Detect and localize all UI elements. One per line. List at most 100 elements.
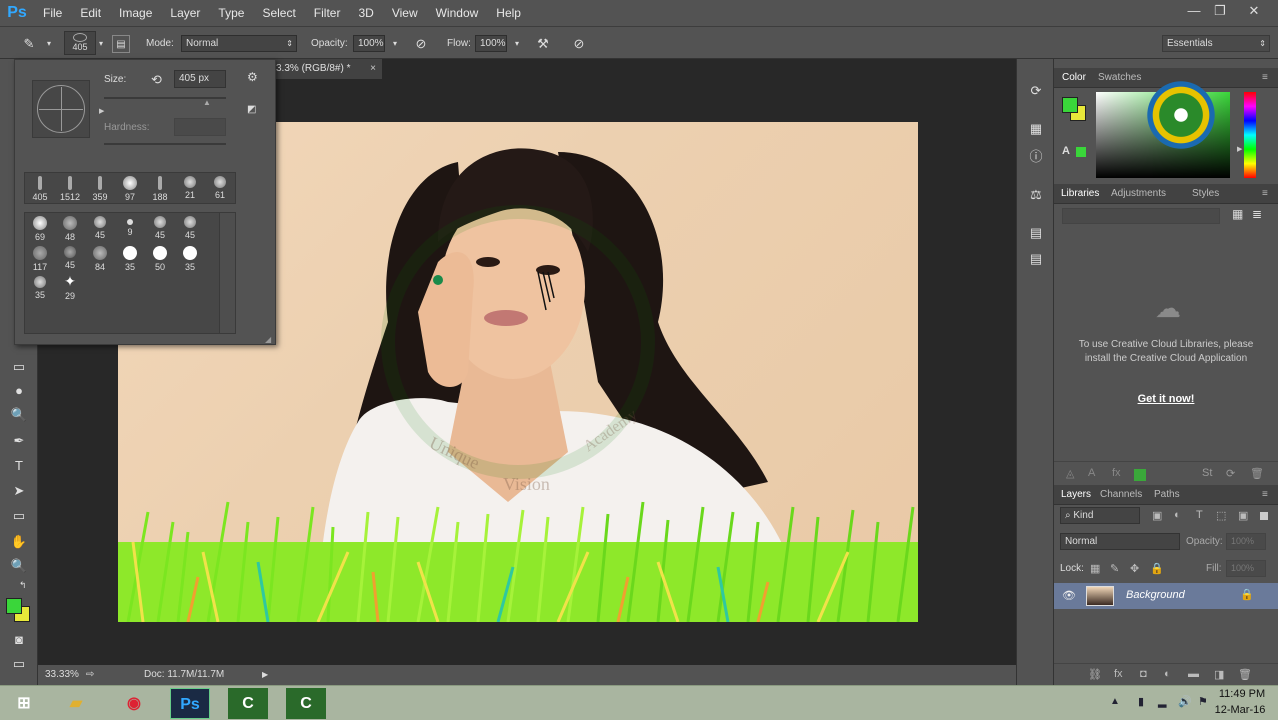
blend-mode-dropdown[interactable]: Normal	[1060, 533, 1180, 550]
brush-preset[interactable]: 45	[85, 213, 115, 243]
add-layer-style-icon[interactable]: fx	[1114, 668, 1123, 680]
clock-time[interactable]: 11:49 PM	[1212, 688, 1272, 700]
brush-preset[interactable]: 21	[175, 173, 205, 203]
warning-triangle-icon[interactable]: A	[1062, 145, 1070, 157]
filter-toggle-icon[interactable]	[1260, 512, 1268, 520]
layer-opacity-input[interactable]: 100%	[1226, 533, 1266, 550]
get-it-now-link[interactable]: Get it now!	[1074, 393, 1258, 405]
menu-layer[interactable]: Layer	[161, 0, 209, 26]
filter-adjustment-icon[interactable]: ◐	[1174, 509, 1181, 521]
butterfly-brush-preset[interactable]: ✦ 29	[55, 273, 85, 303]
filter-type-icon[interactable]: T	[1196, 509, 1203, 521]
battery-icon[interactable]: ▮	[1138, 695, 1144, 708]
clock-date[interactable]: 12-Mar-16	[1208, 704, 1272, 716]
new-layer-icon[interactable]: ◨	[1214, 668, 1224, 681]
document-tab[interactable]: 3.3% (RGB/8#) * ×	[272, 59, 382, 79]
filter-shape-icon[interactable]: ⬚	[1216, 509, 1226, 522]
brush-angle-preview[interactable]: ▶	[32, 80, 104, 138]
tab-adjustments[interactable]: Adjustments	[1111, 188, 1166, 199]
zoom-tool-icon[interactable]: 🔍	[9, 556, 29, 576]
windows-start-icon[interactable]: ⊞	[4, 688, 44, 719]
tab-layers[interactable]: Layers	[1061, 489, 1091, 500]
minimize-window-icon[interactable]: —	[1180, 0, 1208, 22]
delete-layer-icon[interactable]: 🗑	[1238, 668, 1252, 681]
gradient-tool-icon[interactable]: ▭	[9, 357, 29, 377]
brush-tool-preset-icon[interactable]: ✎	[20, 35, 38, 53]
add-graphic-icon[interactable]: ◬	[1066, 467, 1074, 480]
grid-view-icon[interactable]: ▦	[1232, 207, 1243, 221]
brush-preset[interactable]: 1512	[55, 173, 85, 203]
add-character-style-icon[interactable]: A	[1088, 467, 1095, 479]
flow-slider-arrow-icon[interactable]: ▾	[508, 35, 526, 53]
menu-help[interactable]: Help	[487, 0, 530, 26]
hardness-input[interactable]	[174, 118, 226, 136]
brush-preset[interactable]: 359	[85, 173, 115, 203]
brush-picker-arrow-icon[interactable]: ▾	[92, 35, 110, 53]
notification-flag-icon[interactable]: ⚑	[1198, 695, 1208, 708]
hue-slider-thumb[interactable]: ▶	[1237, 145, 1242, 153]
menu-view[interactable]: View	[383, 0, 427, 26]
panel-menu-icon[interactable]: ≡	[1262, 72, 1268, 83]
brush-preset[interactable]: 45	[145, 213, 175, 243]
adjustment-layer-icon[interactable]: ◐	[1164, 668, 1171, 680]
brush-preset[interactable]: 35	[175, 243, 205, 273]
menu-filter[interactable]: Filter	[305, 0, 350, 26]
quick-mask-icon[interactable]: ◙	[9, 630, 29, 650]
menu-edit[interactable]: Edit	[71, 0, 110, 26]
new-preset-icon[interactable]: ◩	[247, 104, 256, 115]
new-group-icon[interactable]: ▬	[1188, 668, 1199, 680]
size-slider-thumb[interactable]: ▲	[203, 98, 211, 107]
brush-preset[interactable]: 69	[25, 213, 55, 243]
lock-image-icon[interactable]: ✎	[1110, 562, 1119, 575]
path-selection-tool-icon[interactable]: ➤	[9, 481, 29, 501]
opacity-input[interactable]: 100%	[353, 35, 385, 52]
brush-preset[interactable]: 9	[115, 213, 145, 243]
tab-styles[interactable]: Styles	[1192, 188, 1219, 199]
add-mask-icon[interactable]: ◘	[1140, 668, 1147, 680]
photoshop-taskbar-icon[interactable]: Ps	[170, 688, 210, 719]
brush-preset[interactable]: 84	[85, 243, 115, 273]
list-view-icon[interactable]: ≣	[1252, 207, 1262, 221]
screen-mode-icon[interactable]: ▭	[9, 654, 29, 674]
brush-preset[interactable]: 35	[25, 273, 55, 303]
brush-panel-toggle-icon[interactable]: ▤	[112, 35, 130, 53]
network-icon[interactable]: ▂	[1158, 695, 1166, 708]
tab-channels[interactable]: Channels	[1100, 489, 1142, 500]
status-options-icon[interactable]: ⇨	[86, 665, 94, 685]
reset-size-icon[interactable]: ⟲	[151, 72, 162, 88]
file-explorer-icon[interactable]: ▰	[56, 688, 96, 719]
brush-preset[interactable]: 117	[25, 243, 55, 273]
resize-grip-icon[interactable]: ◢	[265, 335, 271, 344]
opacity-slider-arrow-icon[interactable]: ▾	[386, 35, 404, 53]
menu-select[interactable]: Select	[253, 0, 304, 26]
sync-icon[interactable]: ⟳	[1226, 467, 1235, 480]
presets-scrollbar[interactable]	[219, 213, 235, 333]
layer-name[interactable]: Background	[1126, 589, 1185, 601]
menu-window[interactable]: Window	[427, 0, 488, 26]
library-dropdown[interactable]	[1062, 208, 1220, 224]
close-document-icon[interactable]: ×	[370, 59, 376, 79]
tab-paths[interactable]: Paths	[1154, 489, 1180, 500]
panel-menu-icon[interactable]: ≡	[1262, 188, 1268, 199]
close-window-icon[interactable]: ✕	[1240, 0, 1268, 22]
chrome-icon[interactable]: ◉	[114, 688, 154, 719]
menu-3d[interactable]: 3D	[349, 0, 382, 26]
lock-position-icon[interactable]: ✥	[1130, 562, 1139, 575]
preset-dropdown-arrow-icon[interactable]: ▾	[40, 35, 58, 53]
info-panel-icon[interactable]: ⓘ	[1026, 147, 1046, 167]
dodge-tool-icon[interactable]: 🔍	[9, 405, 29, 425]
layer-row-background[interactable]: 👁 Background 🔒	[1054, 583, 1278, 609]
menu-file[interactable]: File	[34, 0, 71, 26]
add-layer-style-icon[interactable]: fx	[1112, 467, 1121, 479]
clone-source-panel-icon[interactable]: ⚖	[1026, 185, 1046, 205]
brush-preset[interactable]: 48	[55, 213, 85, 243]
lock-transparent-icon[interactable]: ▦	[1090, 562, 1100, 575]
volume-icon[interactable]: 🔊	[1178, 695, 1192, 708]
layer-visibility-eye-icon[interactable]: 👁	[1062, 589, 1076, 602]
tray-overflow-icon[interactable]: ▲	[1110, 696, 1120, 707]
angle-handle-icon[interactable]: ▶	[99, 107, 104, 115]
swap-colors-icon[interactable]: ↰	[19, 580, 27, 591]
zoom-level[interactable]: 33.33%	[45, 665, 79, 685]
filter-pixel-icon[interactable]: ▣	[1152, 509, 1162, 522]
brush-preset[interactable]: 45	[55, 243, 85, 273]
